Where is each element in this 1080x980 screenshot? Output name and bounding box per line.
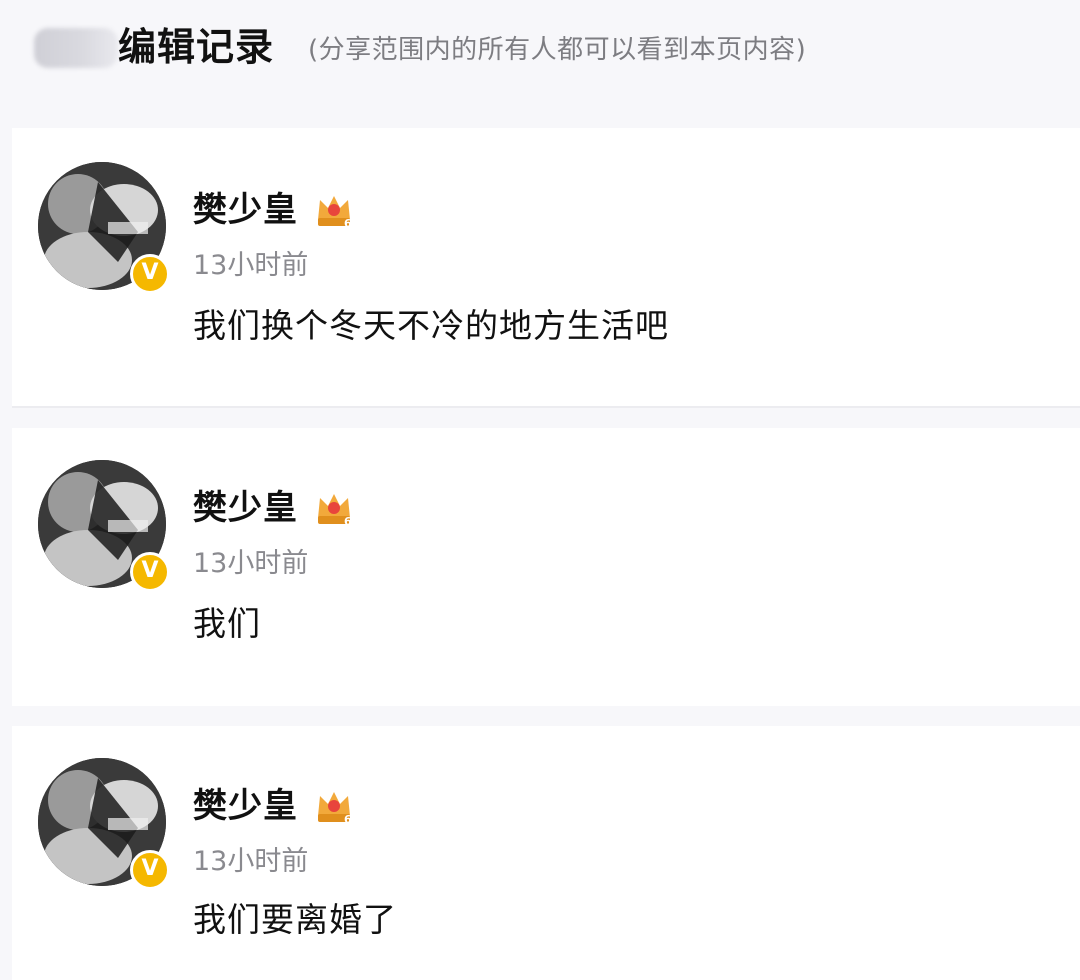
verified-v-icon: V — [130, 552, 170, 592]
verified-v-icon: V — [130, 850, 170, 890]
page-header: 编辑记录 (分享范围内的所有人都可以看到本页内容) — [0, 0, 1080, 100]
edit-record-1: V 樊少皇 6 13小时前 我们换个冬天不冷的地方生活吧 — [12, 128, 1080, 406]
level-number: 6 — [344, 813, 352, 826]
page-title: 编辑记录 — [118, 25, 275, 69]
blurred-username — [34, 28, 118, 68]
timestamp: 13小时前 — [193, 548, 309, 579]
username[interactable]: 樊少皇 — [193, 188, 298, 232]
post-content: 我们要离婚了 — [193, 900, 397, 939]
crown-level-icon: 6 — [318, 792, 352, 826]
post-content: 我们 — [193, 604, 261, 643]
username[interactable]: 樊少皇 — [193, 784, 298, 828]
username[interactable]: 樊少皇 — [193, 486, 298, 530]
crown-level-icon: 6 — [318, 494, 352, 528]
edit-record-3: V 樊少皇 6 13小时前 我们要离婚了 — [12, 726, 1080, 980]
page-subtitle: (分享范围内的所有人都可以看到本页内容) — [308, 35, 807, 65]
level-number: 6 — [344, 217, 352, 230]
level-number: 6 — [344, 515, 352, 528]
crown-level-icon: 6 — [318, 196, 352, 230]
divider — [12, 406, 1080, 408]
timestamp: 13小时前 — [193, 846, 309, 877]
edit-record-2: V 樊少皇 6 13小时前 我们 — [12, 428, 1080, 706]
verified-v-icon: V — [130, 254, 170, 294]
timestamp: 13小时前 — [193, 250, 309, 281]
post-content: 我们换个冬天不冷的地方生活吧 — [193, 306, 669, 345]
